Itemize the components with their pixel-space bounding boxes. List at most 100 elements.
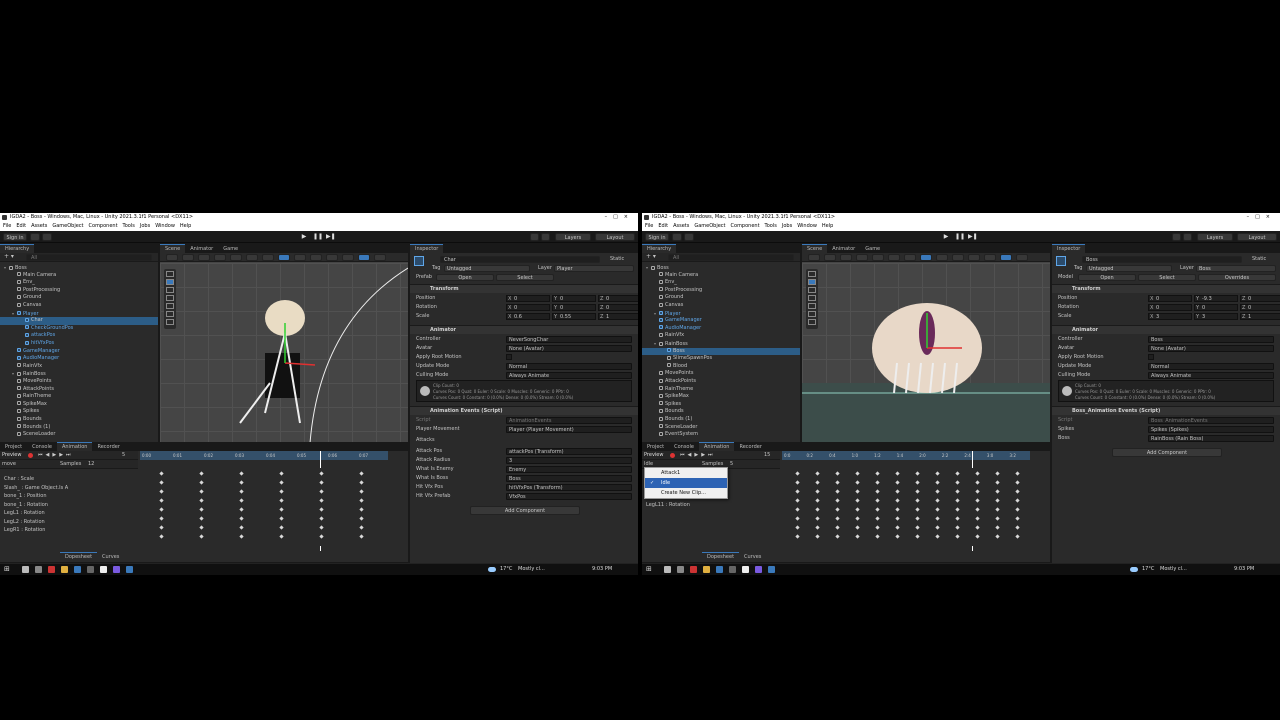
keyframe[interactable] — [359, 498, 364, 503]
tab-scene[interactable]: Scene — [802, 244, 828, 253]
hierarchy-item[interactable]: Main Camera — [0, 272, 158, 280]
hierarchy-item[interactable]: ▾ RainBoss — [0, 370, 158, 378]
keyframe[interactable] — [855, 471, 860, 476]
clip-dropdown[interactable]: move — [2, 460, 16, 468]
hierarchy-item[interactable]: ▾ Player — [642, 310, 800, 318]
keyframe[interactable] — [199, 516, 204, 521]
taskbar-app-icon[interactable] — [703, 566, 710, 573]
object-name-field[interactable]: Char — [440, 256, 600, 263]
keyframe[interactable] — [915, 507, 920, 512]
keyframe[interactable] — [279, 471, 284, 476]
step-button[interactable]: ▶❚ — [968, 233, 978, 241]
scene-tool-icon[interactable] — [888, 254, 900, 261]
hierarchy-item[interactable]: AttackPoints — [642, 378, 800, 386]
keyframe[interactable] — [915, 471, 920, 476]
window-controls[interactable]: –□× — [605, 213, 634, 222]
keyframe[interactable] — [359, 516, 364, 521]
keyframe[interactable] — [975, 471, 980, 476]
keyframe[interactable] — [855, 489, 860, 494]
keyframe[interactable] — [915, 480, 920, 485]
layer-dropdown[interactable]: Boss — [1196, 265, 1276, 272]
prefab-open-button[interactable]: Open — [1078, 274, 1136, 281]
menu-item[interactable]: File — [645, 223, 653, 229]
scene-viewport[interactable] — [802, 263, 1050, 452]
position-y-field[interactable]: Y0 — [552, 294, 596, 302]
sign-in-button[interactable]: Sign in — [3, 233, 27, 241]
keyframe[interactable] — [199, 534, 204, 539]
frame-field[interactable]: 5 — [122, 451, 125, 459]
taskbar-app-icon[interactable] — [35, 566, 42, 573]
add-component-button[interactable]: Add Component — [470, 506, 580, 515]
keyframe[interactable] — [835, 471, 840, 476]
keyframe[interactable] — [935, 525, 940, 530]
menu-item[interactable]: Window — [155, 223, 175, 229]
keyframe[interactable] — [815, 489, 820, 494]
keyframe[interactable] — [935, 516, 940, 521]
scene-tool-icon[interactable] — [358, 254, 370, 261]
sign-in-button[interactable]: Sign in — [645, 233, 669, 241]
scene-tool-icon[interactable] — [310, 254, 322, 261]
keyframe[interactable] — [855, 498, 860, 503]
add-icon[interactable]: + ▾ — [4, 253, 14, 261]
layout-dropdown[interactable]: Layout — [595, 233, 635, 241]
keyframe[interactable] — [239, 471, 244, 476]
keyframe[interactable] — [855, 525, 860, 530]
scene-tool-icon[interactable] — [182, 254, 194, 261]
history-icon[interactable] — [530, 233, 539, 241]
keyframe[interactable] — [955, 507, 960, 512]
keyframe[interactable] — [239, 489, 244, 494]
frame-field[interactable]: 15 — [764, 451, 770, 459]
keyframe[interactable] — [975, 507, 980, 512]
hierarchy-item[interactable]: Env_ — [0, 279, 158, 287]
menu-item[interactable]: Tools — [765, 223, 777, 229]
menu-item[interactable]: Edit — [16, 223, 26, 229]
keyframe[interactable] — [995, 507, 1000, 512]
hierarchy-item[interactable]: Boss — [642, 347, 800, 356]
keyframe[interactable] — [975, 534, 980, 539]
menu-item[interactable]: Component — [89, 223, 118, 229]
tag-dropdown[interactable]: Untagged — [1086, 265, 1172, 272]
keyframe[interactable] — [199, 471, 204, 476]
taskbar-app-icon[interactable] — [768, 566, 775, 573]
keyframe[interactable] — [875, 525, 880, 530]
keyframe[interactable] — [1015, 525, 1020, 530]
keyframe[interactable] — [359, 534, 364, 539]
playback-icons[interactable]: ⏮◀▶▶⏭ — [680, 451, 716, 459]
keyframe[interactable] — [895, 507, 900, 512]
add-icon[interactable]: + ▾ — [646, 253, 656, 261]
animation-property[interactable]: Slash_ : Game Object.Is A — [0, 485, 136, 493]
scene-tool-icon[interactable] — [166, 254, 178, 261]
keyframe[interactable] — [835, 480, 840, 485]
taskbar-app-icon[interactable] — [74, 566, 81, 573]
keyframe[interactable] — [239, 525, 244, 530]
keyframe[interactable] — [915, 525, 920, 530]
tab-dopesheet[interactable]: Dopesheet — [60, 552, 98, 561]
script-field-value[interactable]: 3 — [506, 456, 632, 464]
script-header[interactable]: Boss_Animation Events (Script) — [1052, 406, 1280, 415]
scale-y-field[interactable]: Y3 — [1194, 312, 1238, 320]
dopesheet-track[interactable] — [140, 468, 388, 546]
keyframe[interactable] — [159, 471, 164, 476]
keyframe[interactable] — [955, 480, 960, 485]
keyframe[interactable] — [895, 525, 900, 530]
keyframe[interactable] — [895, 498, 900, 503]
hierarchy-item[interactable]: Spikes — [642, 401, 800, 409]
keyframe[interactable] — [159, 516, 164, 521]
apply-root-motion-checkbox[interactable] — [1148, 354, 1154, 360]
keyframe[interactable] — [815, 507, 820, 512]
keyframe[interactable] — [795, 534, 800, 539]
keyframe[interactable] — [159, 489, 164, 494]
keyframe[interactable] — [835, 534, 840, 539]
keyframe[interactable] — [955, 516, 960, 521]
keyframe[interactable] — [975, 498, 980, 503]
hierarchy-item[interactable]: AudioManager — [0, 355, 158, 363]
position-x-field[interactable]: X0 — [1148, 294, 1192, 302]
rotation-y-field[interactable]: Y0 — [1194, 303, 1238, 311]
rotation-y-field[interactable]: Y0 — [552, 303, 596, 311]
keyframe[interactable] — [795, 489, 800, 494]
keyframe[interactable] — [935, 498, 940, 503]
animation-property[interactable]: bone_1 : Rotation — [0, 502, 136, 510]
hierarchy-search-input[interactable]: All — [26, 254, 152, 261]
animation-property[interactable]: bone_1 : Position — [0, 493, 136, 501]
hierarchy-item[interactable]: Canvas — [642, 302, 800, 310]
